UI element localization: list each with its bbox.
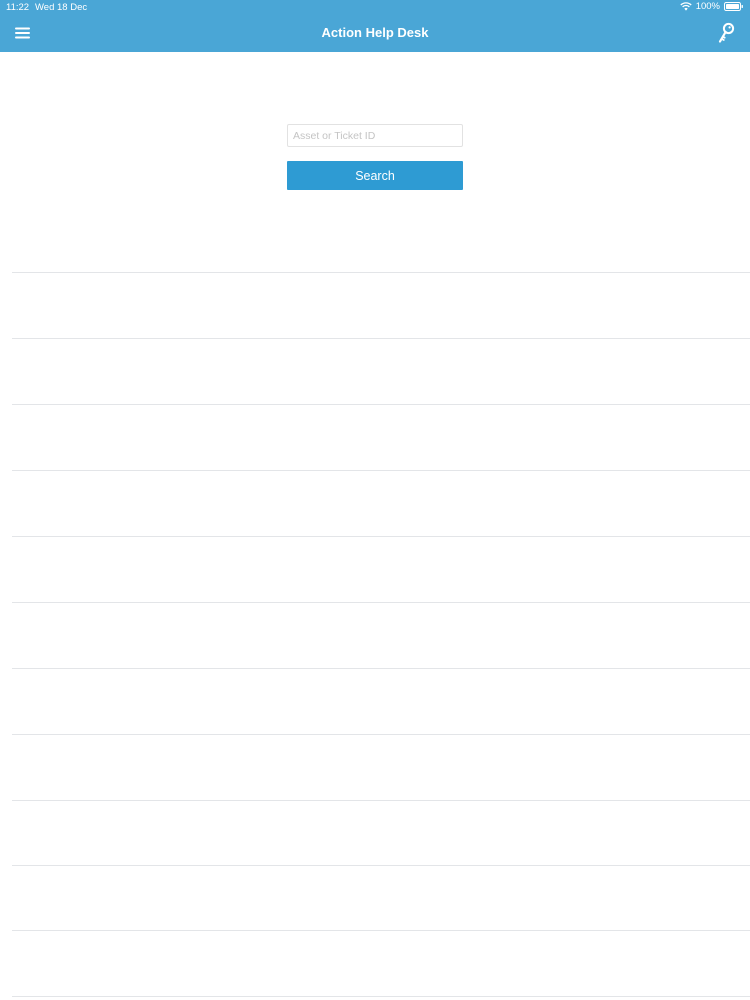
wifi-icon [680,2,692,11]
list-item-divider [12,602,750,603]
search-panel: Search [287,124,463,190]
battery-icon [724,2,744,11]
status-date: Wed 18 Dec [35,2,88,13]
list-item-divider [12,865,750,866]
hamburger-menu-icon [14,27,32,45]
navigation-bar: Action Help Desk [0,16,750,52]
list-item-divider [12,272,750,273]
list-item-divider [12,470,750,471]
list-item-divider [12,996,750,997]
battery-percent: 100% [695,1,720,12]
app-window: 11:22 Wed 18 Dec 100% Action Help Desk A… [0,0,750,1000]
list-item-divider [12,338,750,339]
asset-ticket-search-input[interactable] [287,124,463,147]
header-bar: 11:22 Wed 18 Dec 100% Action Help Desk [0,0,750,52]
list-item-divider [12,536,750,537]
list-item-divider [12,930,750,931]
menu-button[interactable] [14,25,32,41]
status-bar: 11:22 Wed 18 Dec 100% [0,0,750,16]
page-title: Action Help Desk [321,25,429,40]
status-indicators: 100% [680,1,744,12]
key-button[interactable] [716,22,736,44]
key-icon [716,22,736,48]
status-time: 11:22 [6,2,30,13]
list-item-divider [12,668,750,669]
list-item-divider [12,404,750,405]
list-item-divider [12,734,750,735]
search-button[interactable]: Search [287,161,463,190]
list-item-divider [12,800,750,801]
